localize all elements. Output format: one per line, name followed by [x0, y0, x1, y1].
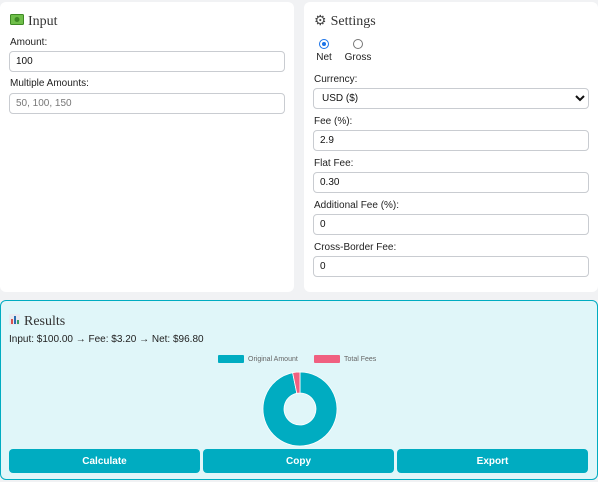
input-title: Input	[10, 14, 58, 30]
input-panel: Input Amount: Multiple Amounts:	[0, 2, 294, 292]
cross-border-label: Cross-Border Fee:	[314, 242, 397, 253]
multiple-amounts-label: Multiple Amounts:	[10, 78, 89, 89]
radio-net-label: Net	[316, 52, 332, 63]
radio-gross-button[interactable]	[353, 39, 363, 49]
amount-input[interactable]	[9, 51, 285, 72]
currency-select[interactable]: USD ($)	[313, 88, 589, 109]
legend-fees-swatch	[314, 355, 340, 363]
settings-panel: ⚙ Settings Net Gross Currency: USD ($) F…	[304, 2, 598, 292]
fee-pct-input[interactable]	[313, 130, 589, 151]
legend-original-label: Original Amount	[248, 355, 298, 363]
legend-fees-label: Total Fees	[344, 355, 377, 363]
bar-chart-icon	[9, 314, 20, 330]
gear-icon: ⚙	[314, 14, 327, 29]
radio-net-button[interactable]	[319, 39, 329, 49]
additional-fee-label: Additional Fee (%):	[314, 200, 400, 211]
legend-fees[interactable]: Total Fees	[314, 355, 376, 363]
results-panel: Results Input: $100.00 → Fee: $3.20 → Ne…	[0, 300, 598, 480]
multiple-amounts-input[interactable]	[9, 93, 285, 114]
results-title: Results	[9, 314, 65, 330]
flat-fee-input[interactable]	[313, 172, 589, 193]
results-title-text: Results	[24, 314, 66, 329]
input-title-text: Input	[28, 14, 58, 29]
legend-original[interactable]: Original Amount	[218, 355, 298, 363]
fee-pct-label: Fee (%):	[314, 116, 353, 127]
legend-original-swatch	[218, 355, 244, 363]
amount-label: Amount:	[10, 37, 48, 48]
money-icon	[10, 14, 24, 30]
radio-gross-label: Gross	[344, 52, 372, 63]
settings-title-text: Settings	[330, 14, 376, 29]
cross-border-input[interactable]	[313, 256, 589, 277]
currency-label: Currency:	[314, 74, 358, 85]
radio-gross[interactable]: Gross	[344, 39, 372, 63]
radio-net[interactable]: Net	[314, 39, 334, 63]
export-button[interactable]: Export	[397, 449, 588, 473]
additional-fee-input[interactable]	[313, 214, 589, 235]
flat-fee-label: Flat Fee:	[314, 158, 354, 169]
calculate-button[interactable]: Calculate	[9, 449, 200, 473]
results-summary: Input: $100.00 → Fee: $3.20 → Net: $96.8…	[9, 334, 204, 345]
donut-chart	[262, 371, 338, 447]
copy-button[interactable]: Copy	[203, 449, 394, 473]
settings-title: ⚙ Settings	[314, 14, 376, 30]
